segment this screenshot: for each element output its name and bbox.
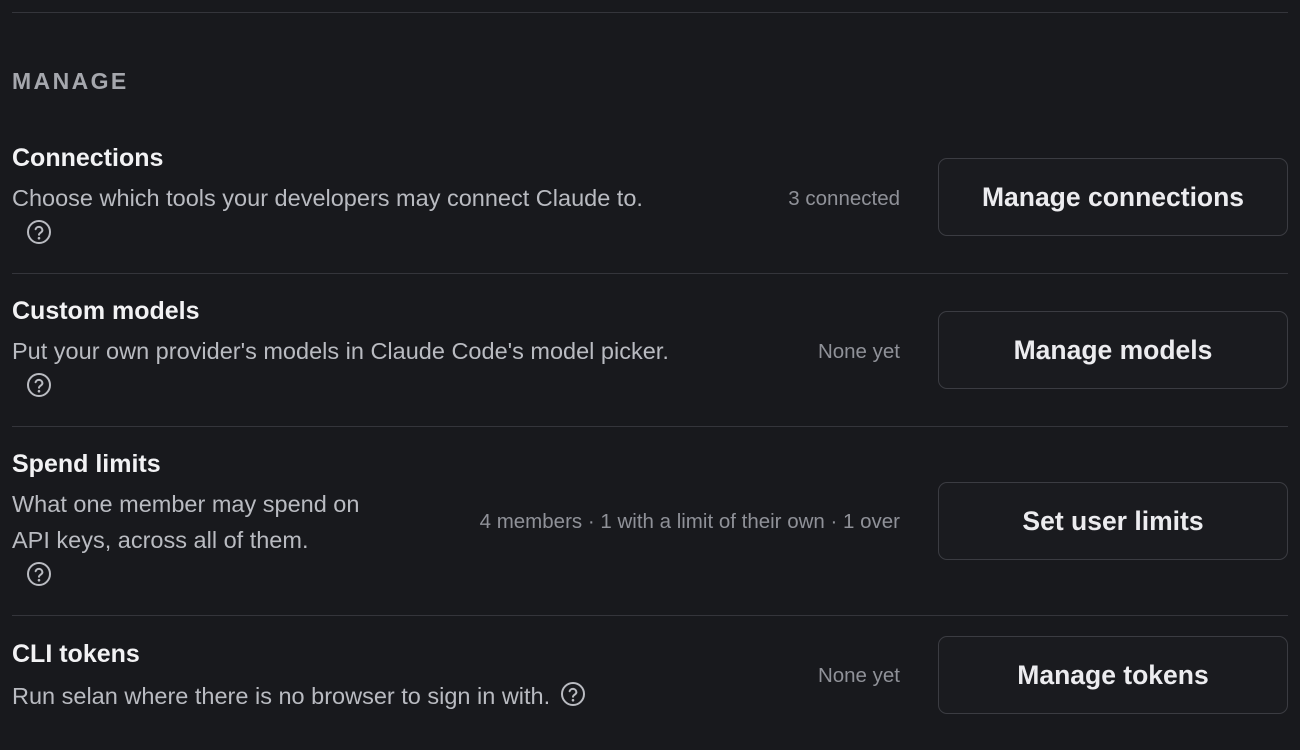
manage-settings-page: MANAGE Connections Choose which tools yo… [0, 0, 1300, 750]
row-description: Choose which tools your developers may c… [12, 180, 772, 216]
row-title: CLI tokens [12, 640, 140, 668]
section-heading: MANAGE [12, 68, 129, 94]
row-divider [12, 426, 1288, 427]
row-title: Custom models [12, 297, 200, 325]
manage-tokens-button[interactable]: Manage tokens [938, 636, 1288, 714]
spend-limits-row: Spend limits What one member may spend o… [12, 446, 1288, 606]
row-description-text: What one member may spend on API keys, a… [12, 491, 360, 553]
question-circle-icon[interactable] [26, 561, 52, 587]
row-description: Run selan where there is no browser to s… [12, 678, 812, 714]
top-divider [12, 12, 1288, 13]
connections-row: Connections Choose which tools your deve… [12, 140, 1288, 260]
custom-models-row: Custom models Put your own provider's mo… [12, 293, 1288, 413]
row-description-text: Choose which tools your developers may c… [12, 185, 643, 211]
row-title: Spend limits [12, 450, 161, 478]
question-circle-icon[interactable] [26, 219, 52, 245]
manage-models-button[interactable]: Manage models [938, 311, 1288, 389]
row-description-text: Put your own provider's models in Claude… [12, 338, 669, 364]
status-text: 3 connected [788, 187, 900, 210]
cli-tokens-row: CLI tokens Run selan where there is no b… [12, 636, 1288, 736]
question-circle-icon[interactable] [26, 372, 52, 398]
row-description: Put your own provider's models in Claude… [12, 333, 792, 369]
status-text: 4 members · 1 with a limit of their own … [479, 510, 900, 533]
status-text: None yet [817, 664, 900, 687]
status-text: None yet [817, 340, 900, 363]
manage-connections-button[interactable]: Manage connections [938, 158, 1288, 236]
row-description: What one member may spend on API keys, a… [12, 486, 397, 558]
row-description-text: Run selan where there is no browser to s… [12, 683, 551, 709]
row-title: Connections [12, 144, 164, 172]
question-circle-icon[interactable] [560, 681, 586, 707]
row-divider [12, 273, 1288, 274]
row-divider [12, 615, 1288, 616]
set-user-limits-button[interactable]: Set user limits [938, 482, 1288, 560]
